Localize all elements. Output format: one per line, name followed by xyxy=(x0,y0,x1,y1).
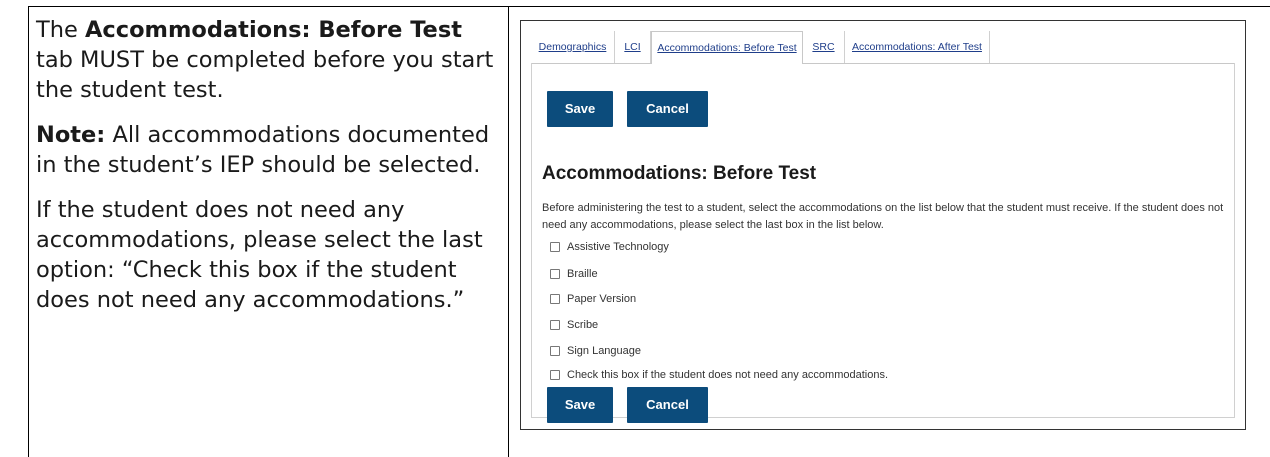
checkbox[interactable] xyxy=(550,370,560,380)
option-assistive-technology[interactable]: Assistive Technology xyxy=(550,241,669,253)
option-label: Braille xyxy=(567,268,598,280)
checkbox[interactable] xyxy=(550,294,560,304)
tab-content: Save Cancel Accommodations: Before Test … xyxy=(531,63,1235,423)
save-button-top[interactable]: Save xyxy=(547,91,613,127)
tab-demographics[interactable]: Demographics xyxy=(531,31,615,63)
tab-src[interactable]: SRC xyxy=(803,31,845,63)
option-sign-language[interactable]: Sign Language xyxy=(550,345,641,357)
instruction-paragraph-2: Note: All accommodations documented in t… xyxy=(36,120,502,180)
option-braille[interactable]: Braille xyxy=(550,268,598,280)
note-label: Note: xyxy=(36,122,106,148)
form-screenshot: Demographics LCI Accommodations: Before … xyxy=(520,20,1246,430)
checkbox[interactable] xyxy=(550,242,560,252)
bold-tab-name: Accommodations: Before Test xyxy=(85,17,462,43)
option-label: Check this box if the student does not n… xyxy=(567,369,889,381)
tab-accommodations-after-test[interactable]: Accommodations: After Test xyxy=(845,31,990,63)
text-run: The xyxy=(36,17,85,43)
cancel-button-top[interactable]: Cancel xyxy=(627,91,708,127)
option-label: Paper Version xyxy=(567,293,637,305)
checkbox[interactable] xyxy=(550,320,560,330)
cancel-button-bottom[interactable]: Cancel xyxy=(627,387,708,423)
instruction-paragraph-1: The Accommodations: Before Test tab MUST… xyxy=(36,15,502,105)
instructions-column: The Accommodations: Before Test tab MUST… xyxy=(36,15,502,330)
text-run: tab MUST be completed before you start t… xyxy=(36,47,494,103)
tab-bar: Demographics LCI Accommodations: Before … xyxy=(531,31,1235,64)
table-border-left xyxy=(28,6,29,457)
instruction-paragraph-3: If the student does not need any accommo… xyxy=(36,197,483,313)
option-label: Scribe xyxy=(567,319,599,331)
tab-accommodations-before-test[interactable]: Accommodations: Before Test xyxy=(651,31,803,64)
option-paper-version[interactable]: Paper Version xyxy=(550,293,636,305)
checkbox[interactable] xyxy=(550,269,560,279)
section-description: Before administering the test to a stude… xyxy=(542,202,1224,231)
table-column-divider xyxy=(508,6,509,457)
checkbox[interactable] xyxy=(550,346,560,356)
option-scribe[interactable]: Scribe xyxy=(550,319,598,331)
option-label: Sign Language xyxy=(567,345,642,357)
save-button-bottom[interactable]: Save xyxy=(547,387,613,423)
option-no-accommodations[interactable]: Check this box if the student does not n… xyxy=(550,369,888,381)
option-label: Assistive Technology xyxy=(567,241,669,253)
table-border-top xyxy=(28,6,1270,7)
section-title: Accommodations: Before Test xyxy=(542,163,817,184)
tab-lci[interactable]: LCI xyxy=(615,31,651,63)
